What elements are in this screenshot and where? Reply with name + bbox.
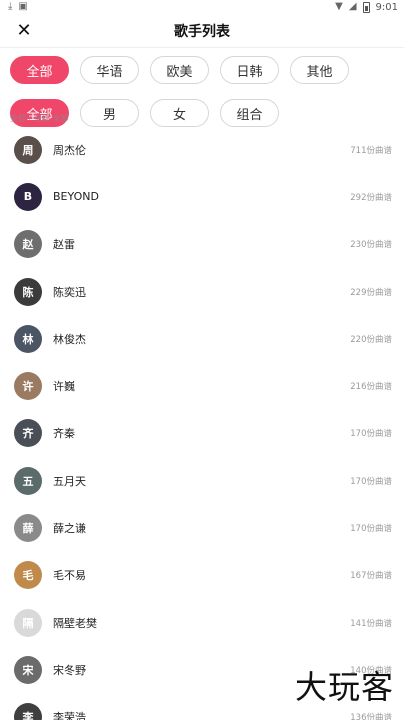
singer-name: 李荣浩: [53, 711, 86, 720]
avatar: 五: [14, 466, 42, 495]
avatar: 林: [14, 324, 42, 353]
singer-name: 林俊杰: [53, 332, 86, 346]
singer-row[interactable]: 齐 齐秦 170份曲谱: [0, 410, 404, 457]
filter-chip-region-other[interactable]: 其他: [290, 56, 349, 84]
score-count: 229份曲谱: [350, 287, 392, 298]
score-count: 170份曲谱: [350, 429, 392, 440]
avatar-initial: 赵: [22, 238, 34, 252]
singer-row[interactable]: 毛 毛不易 167份曲谱: [0, 552, 404, 599]
singer-name: 五月天: [53, 474, 86, 488]
watermark: 大玩客: [294, 668, 394, 706]
score-count: 711份曲谱: [350, 145, 392, 156]
status-right: ▼ ◢ 9:01: [335, 1, 398, 13]
singer-name: 许巍: [53, 380, 75, 394]
singer-list: 周 周杰伦 711份曲谱 B BEYOND 292份曲谱赵 赵雷 230份曲谱陈 陈奕迅 229份…: [0, 126, 404, 720]
score-count: 216份曲谱: [350, 382, 392, 393]
filter-chip-region-chinese[interactable]: 华语: [80, 56, 139, 84]
score-count: 136份曲谱: [350, 713, 392, 720]
score-count: 230份曲谱: [350, 240, 392, 251]
download-icon: ⤓: [8, 1, 13, 12]
singer-row[interactable]: B BEYOND 292份曲谱: [0, 173, 404, 220]
avatar: 许: [14, 372, 42, 401]
singer-row[interactable]: 赵 赵雷 230份曲谱: [0, 221, 404, 268]
filter-chip-gender-group[interactable]: 组合: [220, 99, 279, 127]
avatar: 李: [14, 703, 42, 720]
avatar: 毛: [14, 561, 42, 590]
score-count: 292份曲谱: [350, 192, 392, 203]
page-title: 歌手列表: [174, 23, 230, 40]
filter-chip-region-jpkr[interactable]: 日韩: [220, 56, 279, 84]
signal-icon: ◢: [348, 1, 357, 12]
score-count: 170份曲谱: [350, 476, 392, 487]
filter-chip-gender-female[interactable]: 女: [150, 99, 209, 127]
avatar: B: [14, 182, 42, 211]
singer-row[interactable]: 林 林俊杰 220份曲谱: [0, 315, 404, 362]
singer-name: 隔壁老樊: [53, 616, 97, 630]
score-count: 170份曲谱: [350, 524, 392, 535]
avatar-initial: B: [23, 190, 33, 204]
status-bar: ⤓ ▣ ▼ ◢ 9:01: [0, 0, 404, 14]
avatar-initial: 五: [22, 474, 34, 488]
singer-row[interactable]: 薛 薛之谦 170份曲谱: [0, 504, 404, 551]
avatar: 赵: [14, 230, 42, 259]
singer-name: 齐秦: [53, 427, 75, 441]
singer-row[interactable]: 陈 陈奕迅 229份曲谱: [0, 268, 404, 315]
avatar-initial: 李: [22, 711, 34, 720]
breadcrumb: 全部 / 全部 全部: [10, 114, 69, 123]
avatar-initial: 隔: [22, 616, 34, 630]
status-time: 9:01: [375, 1, 398, 13]
battery-icon: [362, 1, 370, 13]
avatar-initial: 毛: [22, 569, 34, 583]
singer-row[interactable]: 隔 隔壁老樊 141份曲谱: [0, 599, 404, 646]
notification-icon: ▣: [18, 1, 28, 12]
singer-row[interactable]: 五 五月天 170份曲谱: [0, 457, 404, 504]
filter-chip-region-western[interactable]: 欧美: [150, 56, 209, 84]
avatar-initial: 林: [22, 332, 34, 346]
avatar-initial: 宋: [22, 663, 34, 677]
singer-name: 陈奕迅: [53, 285, 86, 299]
avatar: 陈: [14, 277, 42, 306]
score-count: 167份曲谱: [350, 571, 392, 582]
singer-name: 薛之谦: [53, 522, 86, 536]
gender-filter-row: 全部 男 女 组合: [10, 99, 400, 127]
avatar: 隔: [14, 608, 42, 637]
region-filter-row: 全部 华语 欧美 日韩 其他: [10, 56, 400, 84]
score-count: 141份曲谱: [350, 618, 392, 629]
avatar-initial: 许: [22, 380, 34, 394]
status-left: ⤓ ▣: [8, 2, 28, 12]
avatar: 周: [14, 135, 42, 164]
header: ✕ 歌手列表: [0, 14, 404, 48]
close-icon[interactable]: ✕: [14, 20, 34, 41]
singer-name: 周杰伦: [53, 143, 86, 157]
avatar: 薛: [14, 514, 42, 543]
score-count: 220份曲谱: [350, 334, 392, 345]
singer-name: 毛不易: [53, 569, 86, 583]
singer-name: 赵雷: [53, 238, 75, 252]
wifi-icon: ▼: [335, 1, 343, 12]
filter-chip-gender-male[interactable]: 男: [80, 99, 139, 127]
singer-row[interactable]: 周 周杰伦 711份曲谱: [0, 126, 404, 173]
avatar-initial: 齐: [22, 427, 34, 441]
avatar: 齐: [14, 419, 42, 448]
singer-name: BEYOND: [53, 190, 99, 204]
singer-row[interactable]: 许 许巍 216份曲谱: [0, 362, 404, 409]
avatar-initial: 薛: [22, 522, 34, 536]
avatar: 宋: [14, 655, 42, 684]
avatar-initial: 周: [22, 143, 34, 157]
avatar-initial: 陈: [22, 285, 34, 299]
filter-chip-region-all[interactable]: 全部: [10, 56, 69, 84]
